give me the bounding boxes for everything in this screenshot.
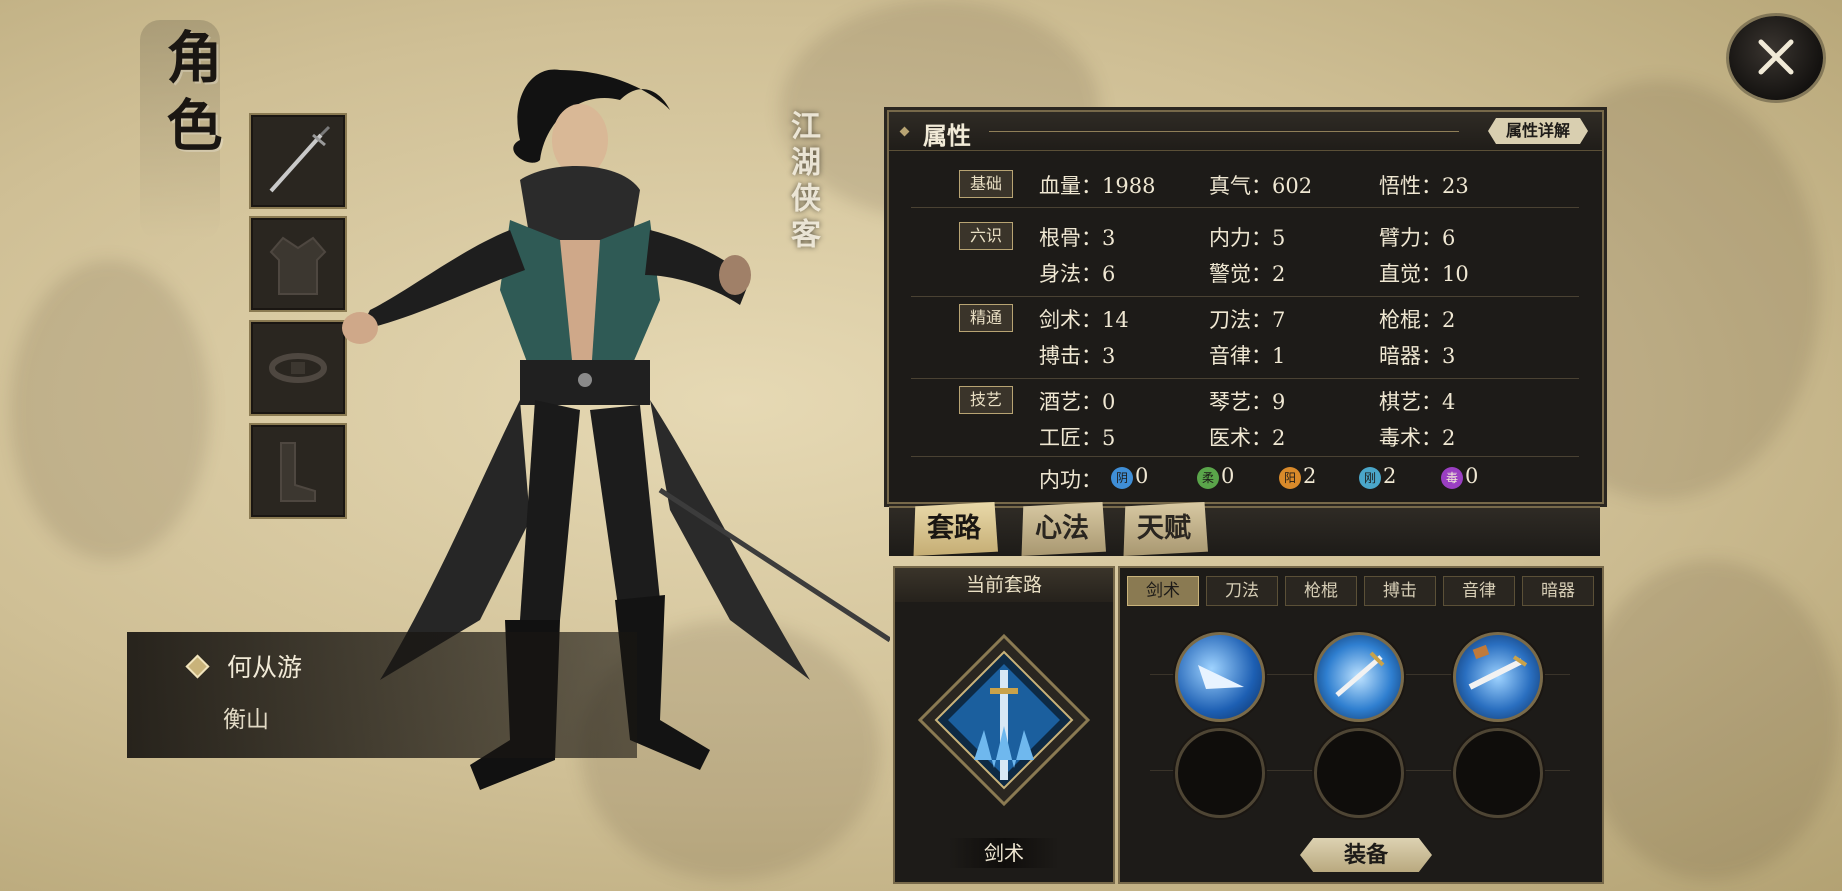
stat-fist: 搏击：3 <box>1039 344 1116 368</box>
page-title: 角色 <box>157 28 223 164</box>
group-label-mastery: 精通 <box>959 304 1013 332</box>
stat-comprehension: 悟性：23 <box>1379 174 1469 198</box>
yin-orb-icon: 阴 <box>1111 466 1133 489</box>
current-routine-header: 当前套路 <box>895 568 1113 602</box>
stat-chess: 棋艺：4 <box>1379 390 1456 414</box>
sword-icon <box>269 125 331 193</box>
tab-talents[interactable]: 天赋 <box>1123 502 1208 556</box>
yang-orb-icon: 阳 <box>1279 466 1301 489</box>
stat-inner-power: 内力：5 <box>1209 226 1286 250</box>
neigong-gang: 刚2 <box>1359 464 1396 489</box>
stat-sword: 剑术：14 <box>1039 308 1129 332</box>
attribute-header: 属性 属性详解 <box>889 112 1602 151</box>
sword-slash-skill-icon <box>1468 644 1528 690</box>
neigong-yang: 阳2 <box>1279 464 1316 489</box>
robe-icon <box>269 236 327 295</box>
stat-qi: 真气：602 <box>1209 174 1313 198</box>
character-name: 何从游 <box>227 653 303 682</box>
group-label-basic: 基础 <box>959 170 1013 198</box>
gang-orb-icon: 刚 <box>1359 466 1381 489</box>
rou-orb-icon: 柔 <box>1197 466 1219 489</box>
stat-hidden-weapon: 暗器：3 <box>1379 344 1456 368</box>
belt-icon <box>269 353 327 383</box>
stat-qin: 琴艺：9 <box>1209 390 1286 414</box>
subtab-blade[interactable]: 刀法 <box>1206 576 1278 606</box>
neigong-gang-value: 2 <box>1383 464 1397 488</box>
subtab-sword[interactable]: 剑术 <box>1127 576 1199 606</box>
character-origin: 衡山 <box>223 707 269 733</box>
close-icon <box>1758 39 1794 75</box>
stat-music: 音律：1 <box>1209 344 1286 368</box>
sword-thrust-skill-icon <box>1198 665 1244 689</box>
stat-agility: 身法：6 <box>1039 262 1116 286</box>
neigong-rou-value: 0 <box>1221 464 1235 488</box>
stat-blade: 刀法：7 <box>1209 308 1286 332</box>
current-routine-name: 剑术 <box>949 838 1059 868</box>
character-title: 江湖侠客 <box>785 110 820 254</box>
stat-wine: 酒艺：0 <box>1039 390 1116 414</box>
subtab-fist[interactable]: 搏击 <box>1364 576 1436 606</box>
neigong-yin: 阴0 <box>1111 464 1148 489</box>
stat-arm-strength: 臂力：6 <box>1379 226 1456 250</box>
skill-slot-3[interactable] <box>1453 632 1543 722</box>
close-button[interactable] <box>1729 16 1823 100</box>
stat-craftsman: 工匠：5 <box>1039 426 1116 450</box>
stat-intuition: 直觉：10 <box>1379 262 1469 286</box>
group-divider <box>911 207 1579 208</box>
stat-medicine: 医术：2 <box>1209 426 1286 450</box>
neigong-rou: 柔0 <box>1197 464 1234 489</box>
diamond-icon <box>185 654 210 679</box>
subtab-spear-staff[interactable]: 枪棍 <box>1285 576 1357 606</box>
name-plate: 何从游 衡山 <box>127 632 637 758</box>
neigong-yin-value: 0 <box>1135 464 1149 488</box>
skill-panel: 剑术 刀法 枪棍 搏击 音律 暗器 装备 <box>1118 566 1604 884</box>
skill-slot-6-empty[interactable] <box>1453 728 1543 818</box>
sword-routine-icon[interactable] <box>914 630 1094 810</box>
boots-icon <box>280 442 316 502</box>
skill-slot-2[interactable] <box>1314 632 1404 722</box>
skill-slot-4-empty[interactable] <box>1175 728 1265 818</box>
subtab-hidden-weapon[interactable]: 暗器 <box>1522 576 1594 606</box>
tab-mental-methods[interactable]: 心法 <box>1021 502 1106 556</box>
du-orb-icon: 毒 <box>1441 466 1463 489</box>
group-divider <box>911 456 1579 457</box>
stat-hp: 血量：1988 <box>1039 174 1156 198</box>
group-divider <box>911 378 1579 379</box>
stat-spear-staff: 枪棍：2 <box>1379 308 1456 332</box>
attribute-detail-button[interactable]: 属性详解 <box>1488 118 1588 144</box>
group-label-six-senses: 六识 <box>959 222 1013 250</box>
neigong-du: 毒0 <box>1441 464 1478 489</box>
subtab-music[interactable]: 音律 <box>1443 576 1515 606</box>
attribute-title: 属性 <box>923 121 971 150</box>
neigong-label: 内功： <box>1039 468 1102 492</box>
stat-poison: 毒术：2 <box>1379 426 1456 450</box>
diamond-icon <box>899 126 910 137</box>
skill-slot-5-empty[interactable] <box>1314 728 1404 818</box>
group-divider <box>911 296 1579 297</box>
equip-button[interactable]: 装备 <box>1300 838 1432 872</box>
stat-bone: 根骨：3 <box>1039 226 1116 250</box>
header-divider <box>989 131 1459 132</box>
group-label-crafts: 技艺 <box>959 386 1013 414</box>
current-routine-panel: 当前套路 剑术 <box>893 566 1115 884</box>
skill-slot-1[interactable] <box>1175 632 1265 722</box>
tab-routines[interactable]: 套路 <box>913 502 998 556</box>
attribute-panel: 属性 属性详解 基础 血量：1988 真气：602 悟性：23 六识 根骨：3 … <box>887 110 1604 504</box>
sword-swirl-skill-icon <box>1335 651 1385 697</box>
stat-alertness: 警觉：2 <box>1209 262 1286 286</box>
neigong-du-value: 0 <box>1465 464 1479 488</box>
neigong-yang-value: 2 <box>1303 464 1317 488</box>
